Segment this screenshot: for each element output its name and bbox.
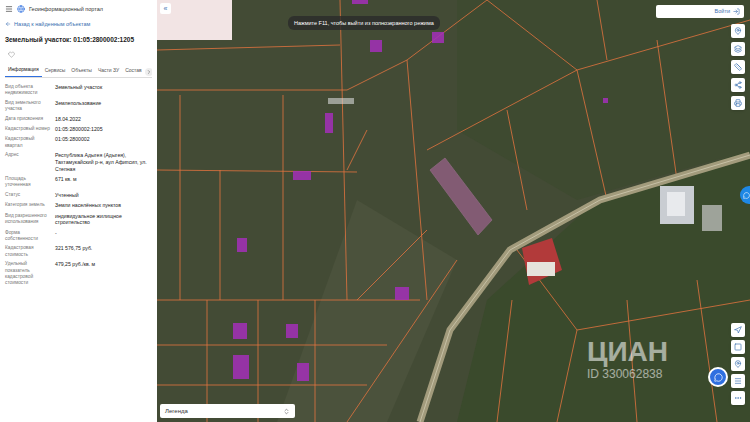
map[interactable]: « Нажмите F11, чтобы выйти из полноэкранн… bbox=[157, 0, 750, 422]
property-row: Удельный показатель кадастровой стоимост… bbox=[5, 261, 152, 286]
property-row: АдресРеспублика Адыгея (Адыгея), Тахтаму… bbox=[5, 152, 152, 172]
property-label: Кадастровый квартал bbox=[5, 136, 51, 148]
locate-button[interactable] bbox=[731, 24, 745, 38]
menu-icon[interactable] bbox=[5, 5, 13, 13]
tab[interactable]: Сервисы bbox=[42, 66, 69, 77]
favorite-button[interactable] bbox=[8, 51, 16, 59]
property-row: Кадастровый номер 01:05:2800002:1205 bbox=[5, 126, 152, 133]
property-value: Учтенный bbox=[55, 192, 152, 199]
property-label: Статус bbox=[5, 192, 51, 199]
chat-button[interactable] bbox=[708, 367, 728, 387]
tabs-next-button[interactable] bbox=[145, 68, 152, 76]
header: Геоинформационный портал bbox=[5, 4, 152, 14]
tab[interactable]: Информация bbox=[5, 65, 42, 77]
property-label: Категория земель bbox=[5, 202, 51, 209]
property-row: Статус Учтенный bbox=[5, 192, 152, 199]
property-value: Республика Адыгея (Адыгея), Тахтамукайск… bbox=[55, 152, 152, 172]
list-button-icon bbox=[734, 377, 742, 385]
property-row: Площадь уточненная 671 кв. м bbox=[5, 176, 152, 188]
heart-icon bbox=[8, 51, 15, 58]
watermark-brand: ЦИАН bbox=[587, 338, 668, 366]
fit-button[interactable] bbox=[731, 340, 745, 354]
property-label: Вид земельного участка bbox=[5, 100, 51, 112]
property-label: Вид объекта недвижимости bbox=[5, 84, 51, 96]
tab[interactable]: Состав bbox=[122, 66, 145, 77]
property-value: 671 кв. м bbox=[55, 176, 152, 188]
login-button[interactable]: Войти bbox=[656, 5, 744, 18]
property-row: Форма собственности- bbox=[5, 230, 152, 242]
tab[interactable]: Объекты bbox=[68, 66, 95, 77]
geolocation-button-icon bbox=[734, 326, 742, 334]
marker-button-icon bbox=[734, 360, 742, 368]
logo-icon bbox=[17, 5, 25, 13]
property-row: Вид земельного участка Землепользование bbox=[5, 100, 152, 112]
share-button[interactable] bbox=[731, 78, 745, 92]
locate-button-icon bbox=[734, 27, 742, 35]
property-value: индивидуальное жилищное строительство bbox=[55, 213, 152, 227]
property-value: - bbox=[55, 230, 152, 242]
layers-button[interactable] bbox=[731, 42, 745, 56]
property-value: 18.04.2022 bbox=[55, 116, 152, 123]
back-link[interactable]: Назад к найденным объектам bbox=[5, 20, 152, 28]
watermark: ЦИАН ID 330062838 bbox=[587, 338, 668, 380]
list-button[interactable] bbox=[731, 374, 745, 388]
layers-button-icon bbox=[734, 45, 742, 53]
property-row: Вид объекта недвижимости Земельный участо… bbox=[5, 84, 152, 96]
property-label: Адрес bbox=[5, 152, 51, 172]
more-button-icon bbox=[734, 394, 742, 402]
property-label: Кадастровая стоимость bbox=[5, 245, 51, 257]
property-value: Земельный участок bbox=[55, 84, 152, 96]
property-value: 01:05:2800002:1205 bbox=[55, 126, 152, 133]
arrow-left-icon bbox=[5, 21, 11, 27]
property-value: Землепользование bbox=[55, 100, 152, 112]
property-row: Кадастровый квартал 01:05:2800002 bbox=[5, 136, 152, 148]
property-label: Дата присвоения bbox=[5, 116, 51, 123]
measure-button-icon bbox=[734, 63, 742, 71]
property-label: Форма собственности bbox=[5, 230, 51, 242]
marker-button[interactable] bbox=[731, 357, 745, 371]
property-row: Дата присвоения 18.04.2022 bbox=[5, 116, 152, 123]
property-value: 01:05:2800002 bbox=[55, 136, 152, 148]
map-tools-bottom bbox=[731, 323, 745, 405]
watermark-id: ID 330062838 bbox=[587, 368, 662, 380]
property-label: Кадастровый номер bbox=[5, 126, 51, 133]
tab[interactable]: Части ЗУ bbox=[95, 66, 122, 77]
property-value: 479,25 руб./кв. м bbox=[55, 261, 152, 286]
chat-bubble-icon bbox=[714, 373, 723, 382]
collapse-button[interactable]: « bbox=[160, 3, 171, 14]
measure-button[interactable] bbox=[731, 60, 745, 74]
fit-button-icon bbox=[734, 343, 742, 351]
object-title: Земельный участок: 01:05:2800002:1205 bbox=[5, 36, 152, 44]
tabs: ИнформацияСервисыОбъектыЧасти ЗУСостав bbox=[5, 65, 152, 78]
property-label: Удельный показатель кадастровой стоимост… bbox=[5, 261, 51, 286]
legend-select[interactable]: Легенда bbox=[160, 404, 295, 418]
fullscreen-hint: Нажмите F11, чтобы выйти из полноэкранно… bbox=[288, 16, 440, 30]
info-panel: Геоинформационный портал Назад к найденны… bbox=[0, 0, 157, 422]
app: Геоинформационный портал Назад к найденны… bbox=[0, 0, 750, 422]
chevrons-icon bbox=[283, 408, 290, 415]
login-icon bbox=[733, 8, 740, 15]
chevron-right-icon bbox=[146, 69, 152, 75]
property-value: Земли населённых пунктов bbox=[55, 202, 152, 209]
property-value: 321 576,75 руб. bbox=[55, 245, 152, 257]
share-button-icon bbox=[734, 81, 742, 89]
property-row: Вид разрешенного использования индивидуал… bbox=[5, 213, 152, 227]
property-row: Кадастровая стоимость 321 576,75 руб. bbox=[5, 245, 152, 257]
properties: Вид объекта недвижимости Земельный участо… bbox=[5, 84, 152, 287]
chat-icon bbox=[743, 192, 750, 199]
property-label: Вид разрешенного использования bbox=[5, 213, 51, 227]
property-row: Категория земель Земли населённых пунктов bbox=[5, 202, 152, 209]
header-title: Геоинформационный портал bbox=[29, 5, 103, 13]
print-button-icon bbox=[734, 99, 742, 107]
more-button[interactable] bbox=[731, 391, 745, 405]
print-button[interactable] bbox=[731, 96, 745, 110]
property-label: Площадь уточненная bbox=[5, 176, 51, 188]
geolocation-button[interactable] bbox=[731, 323, 745, 337]
map-tools-top bbox=[731, 24, 745, 110]
